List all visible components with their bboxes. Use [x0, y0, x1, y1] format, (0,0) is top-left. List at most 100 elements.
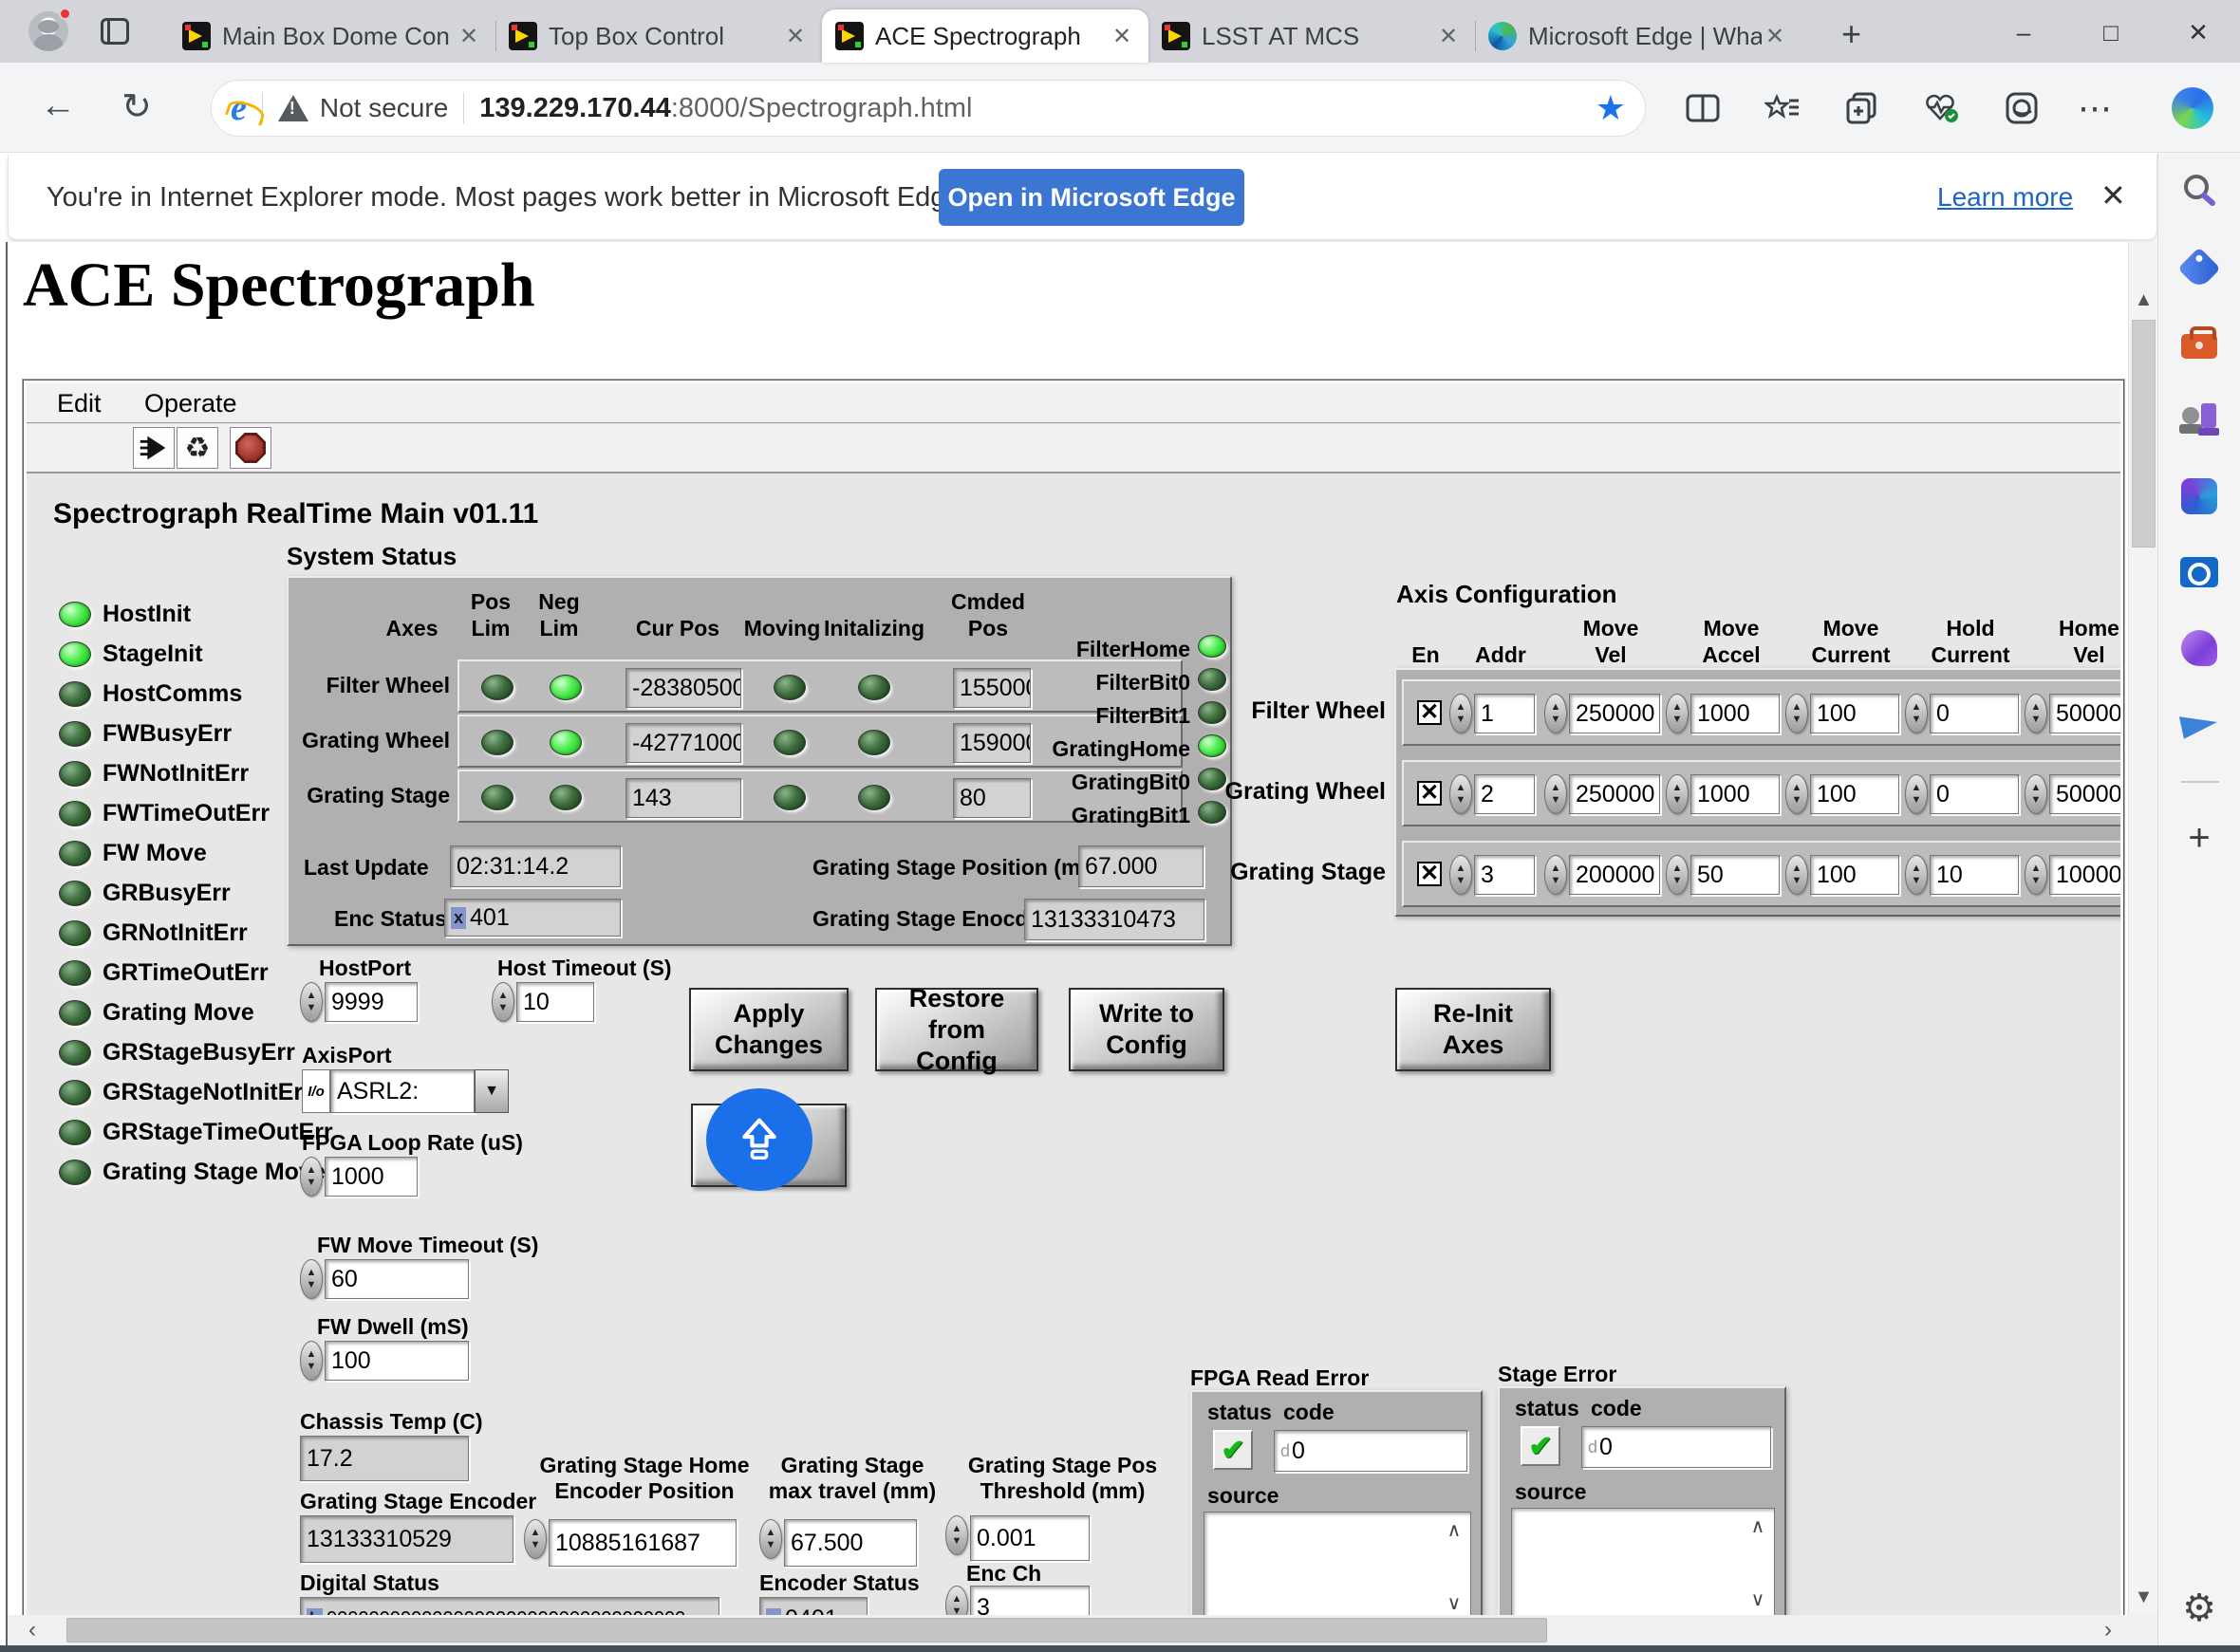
favorites-icon[interactable] [1758, 84, 1807, 133]
close-icon[interactable]: ✕ [1435, 23, 1462, 50]
enable-checkbox[interactable] [1417, 781, 1442, 806]
reinit-axes-button[interactable]: Re-Init Axes [1395, 988, 1551, 1071]
add-icon[interactable]: + [2178, 817, 2220, 859]
settings-gear-icon[interactable]: ⚙ [2178, 1587, 2220, 1629]
horizontal-scroll-thumb[interactable] [66, 1618, 1547, 1643]
addr-spinner[interactable]: ▲▼ [1449, 694, 1472, 733]
hold-current-spinner[interactable]: ▲▼ [1905, 774, 1928, 814]
split-screen-icon[interactable] [1678, 84, 1727, 133]
url-text[interactable]: 139.229.170.44:8000/Spectrograph.html [479, 93, 972, 124]
move-vel-field[interactable]: 250000 [1569, 774, 1660, 814]
games-icon[interactable] [2178, 399, 2220, 441]
move-current-spinner[interactable]: ▲▼ [1785, 855, 1808, 895]
collections-icon[interactable] [1838, 84, 1887, 133]
gs-pos-threshold-spinner[interactable]: ▲▼ [945, 1515, 968, 1555]
maximize-button[interactable]: □ [2084, 13, 2137, 51]
close-icon[interactable]: ✕ [456, 23, 482, 50]
browser-essentials-icon[interactable] [1917, 84, 1967, 133]
learn-more-link[interactable]: Learn more [1937, 182, 2073, 213]
move-accel-spinner[interactable]: ▲▼ [1666, 774, 1689, 814]
close-icon[interactable]: ✕ [1109, 23, 1135, 50]
hold-current-spinner[interactable]: ▲▼ [1905, 855, 1928, 895]
axis-port-dropdown-button[interactable]: ▼ [475, 1069, 509, 1113]
host-port-field[interactable]: 9999 [325, 982, 418, 1022]
gs-pos-threshold-field[interactable]: 0.001 [970, 1515, 1090, 1561]
home-vel-field[interactable]: 50000 [2049, 694, 2120, 733]
hold-current-spinner[interactable]: ▲▼ [1905, 694, 1928, 733]
office-icon[interactable] [2178, 475, 2220, 517]
close-icon[interactable]: ✕ [1762, 23, 1788, 50]
move-accel-field[interactable]: 50 [1690, 855, 1780, 895]
search-icon[interactable] [2178, 170, 2220, 212]
home-vel-field[interactable]: 100000 [2049, 855, 2120, 895]
enable-checkbox[interactable] [1417, 700, 1442, 725]
abort-button[interactable] [230, 427, 271, 469]
home-vel-spinner[interactable]: ▲▼ [2025, 855, 2047, 895]
scrollbar-arrows[interactable]: ∧∨ [1440, 1514, 1468, 1615]
menu-operate[interactable]: Operate [144, 389, 237, 418]
bookmark-star-icon[interactable]: ★ [1596, 88, 1626, 128]
tab-microsoft-edge[interactable]: Microsoft Edge | Wha ✕ [1475, 9, 1801, 63]
write-to-config-button[interactable]: Write to Config [1069, 988, 1224, 1071]
hold-current-field[interactable]: 0 [1930, 694, 2019, 733]
tab-top-box-control[interactable]: Top Box Control ✕ [495, 9, 822, 63]
fpga-loop-rate-spinner[interactable]: ▲▼ [300, 1157, 323, 1197]
tab-ace-spectrograph[interactable]: ACE Spectrograph ✕ [822, 9, 1148, 63]
restore-from-config-button[interactable]: Restore from Config [875, 988, 1038, 1071]
minimize-button[interactable]: – [1997, 13, 2050, 51]
fw-dwell-field[interactable]: 100 [325, 1341, 469, 1381]
home-vel-spinner[interactable]: ▲▼ [2025, 694, 2047, 733]
close-icon[interactable]: ✕ [782, 23, 809, 50]
host-port-spinner[interactable]: ▲▼ [300, 982, 323, 1022]
move-accel-spinner[interactable]: ▲▼ [1666, 855, 1689, 895]
home-vel-field[interactable]: 50000 [2049, 774, 2120, 814]
apply-changes-button[interactable]: Apply Changes [689, 988, 849, 1071]
copilot-icon[interactable] [2168, 84, 2217, 133]
addr-spinner[interactable]: ▲▼ [1449, 774, 1472, 814]
host-timeout-field[interactable]: 10 [516, 982, 594, 1022]
fpga-loop-rate-field[interactable]: 1000 [325, 1157, 418, 1197]
axis-port-field[interactable]: ASRL2: [330, 1069, 475, 1113]
move-accel-field[interactable]: 1000 [1690, 774, 1780, 814]
hold-current-field[interactable]: 10 [1930, 855, 2019, 895]
security-label[interactable]: Not secure [320, 93, 448, 123]
vertical-scroll-thumb[interactable] [2132, 320, 2156, 548]
addr-spinner[interactable]: ▲▼ [1449, 855, 1472, 895]
messaging-icon[interactable] [2178, 703, 2220, 745]
gs-max-travel-field[interactable]: 67.500 [784, 1519, 917, 1567]
gs-max-travel-spinner[interactable]: ▲▼ [759, 1519, 782, 1559]
horizontal-scrollbar[interactable]: ‹ › [8, 1615, 2157, 1645]
scroll-up-icon[interactable]: ▲ [2129, 284, 2158, 316]
move-accel-field[interactable]: 1000 [1690, 694, 1780, 733]
move-vel-field[interactable]: 200000 [1569, 855, 1660, 895]
tab-lsst-at-mcs[interactable]: LSST AT MCS ✕ [1148, 9, 1475, 63]
outlook-icon[interactable] [2178, 551, 2220, 593]
run-continuous-button[interactable]: ♻ [177, 427, 218, 469]
scroll-right-icon[interactable]: › [2087, 1615, 2129, 1645]
move-current-field[interactable]: 100 [1810, 855, 1899, 895]
move-current-spinner[interactable]: ▲▼ [1785, 774, 1808, 814]
run-button[interactable] [133, 427, 175, 469]
gs-home-encoder-position-field[interactable]: 10885161687 [549, 1519, 737, 1567]
scroll-left-icon[interactable]: ‹ [11, 1615, 53, 1645]
move-current-field[interactable]: 100 [1810, 774, 1899, 814]
move-current-spinner[interactable]: ▲▼ [1785, 694, 1808, 733]
menu-edit[interactable]: Edit [57, 389, 102, 418]
designer-icon[interactable] [2178, 627, 2220, 669]
workspaces-icon[interactable] [101, 18, 129, 45]
addr-field[interactable]: 3 [1474, 855, 1535, 895]
scroll-down-icon[interactable]: ▼ [2129, 1581, 2158, 1613]
move-current-field[interactable]: 100 [1810, 694, 1899, 733]
banner-close-icon[interactable]: ✕ [2100, 177, 2126, 213]
toolbox-icon[interactable] [2178, 325, 2220, 367]
addr-field[interactable]: 2 [1474, 774, 1535, 814]
address-bar[interactable]: e Not secure 139.229.170.44:8000/Spectro… [211, 80, 1646, 137]
home-vel-spinner[interactable]: ▲▼ [2025, 774, 2047, 814]
window-close-button[interactable]: ✕ [2172, 13, 2225, 51]
move-accel-spinner[interactable]: ▲▼ [1666, 694, 1689, 733]
addr-field[interactable]: 1 [1474, 694, 1535, 733]
back-icon[interactable]: ← [40, 85, 76, 126]
vertical-scrollbar[interactable]: ▲ ▼ [2128, 242, 2157, 1615]
more-icon[interactable]: ⋯ [2071, 84, 2120, 133]
move-vel-spinner[interactable]: ▲▼ [1544, 694, 1567, 733]
